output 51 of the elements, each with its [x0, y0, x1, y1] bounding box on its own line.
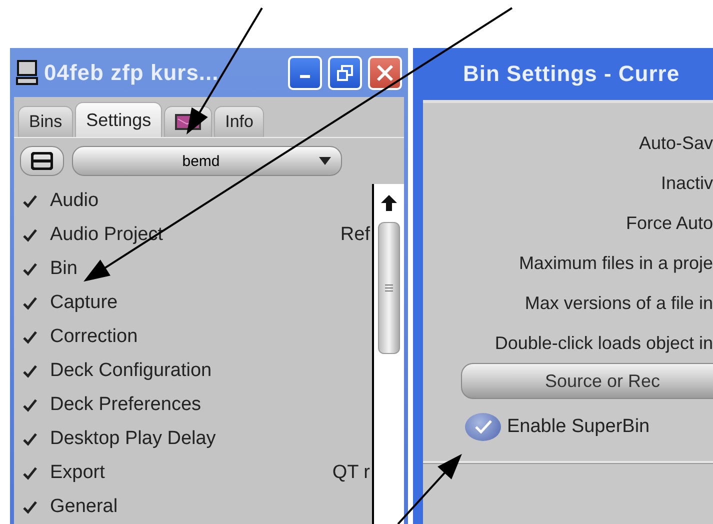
setting-label: Auto-Sav [638, 132, 713, 154]
annotation-arrow [397, 455, 461, 524]
settings-item[interactable]: Bin [22, 252, 372, 286]
minimize-button[interactable] [288, 56, 322, 90]
load-dropdown[interactable]: Source or Rec [461, 363, 713, 399]
settings-item[interactable]: Desktop Play Delay [22, 422, 372, 456]
view-toggle-button[interactable] [20, 146, 64, 176]
settings-item[interactable]: Deck Preferences [22, 388, 372, 422]
settings-item[interactable]: Correction [22, 320, 372, 354]
settings-item[interactable]: Audio [22, 184, 372, 218]
setting-value: QT r [332, 462, 370, 484]
checkbox-label: Enable SuperBin [507, 416, 650, 438]
setting-name: Export [50, 462, 106, 484]
window-title: Bin Settings - Curre [462, 60, 681, 88]
settings-item[interactable]: Deck Configuration [22, 354, 372, 388]
setting-name: Correction [50, 326, 139, 348]
grip-icon [385, 283, 393, 293]
tab[interactable]: Settings [75, 102, 162, 137]
setting-label: Inactiv [660, 172, 713, 194]
setting-name: Bin [50, 258, 78, 280]
close-icon [376, 64, 394, 82]
setting-label: Double-click loads object in [494, 332, 713, 355]
check-icon [473, 419, 493, 435]
settings-item[interactable]: Export QT r [22, 456, 372, 490]
tab[interactable]: Info [214, 106, 264, 137]
caret-icon [319, 157, 331, 165]
settings-item[interactable]: Capture [22, 286, 372, 320]
superbin-checkbox[interactable] [465, 413, 501, 441]
setting-value: Ref [340, 224, 370, 246]
setting-name: Deck Preferences [50, 394, 202, 416]
scrollbar[interactable] [372, 184, 404, 524]
setting-name: Deck Configuration [50, 360, 213, 382]
minimize-icon [300, 75, 310, 78]
up-arrow-icon [380, 194, 398, 212]
settings-dropdown[interactable]: bemd [72, 146, 342, 176]
setting-name: Desktop Play Delay [50, 428, 217, 450]
setting-label: Max versions of a file in [524, 292, 713, 314]
settings-item[interactable]: General [22, 490, 372, 524]
window-title: 04feb zfp kurs... [44, 60, 220, 86]
close-button[interactable] [368, 56, 402, 90]
computer-icon [16, 60, 38, 86]
tab[interactable]: Bins [18, 106, 74, 137]
setting-name: General [50, 496, 119, 518]
scroll-thumb[interactable] [378, 222, 400, 354]
restore-icon [337, 64, 353, 80]
setting-label: Maximum files in a proje [518, 252, 713, 275]
setting-name: Capture [50, 292, 119, 314]
restore-button[interactable] [328, 56, 362, 90]
setting-label: Force Auto [624, 212, 713, 234]
panes-icon [31, 152, 53, 170]
setting-name: Audio [50, 190, 100, 212]
